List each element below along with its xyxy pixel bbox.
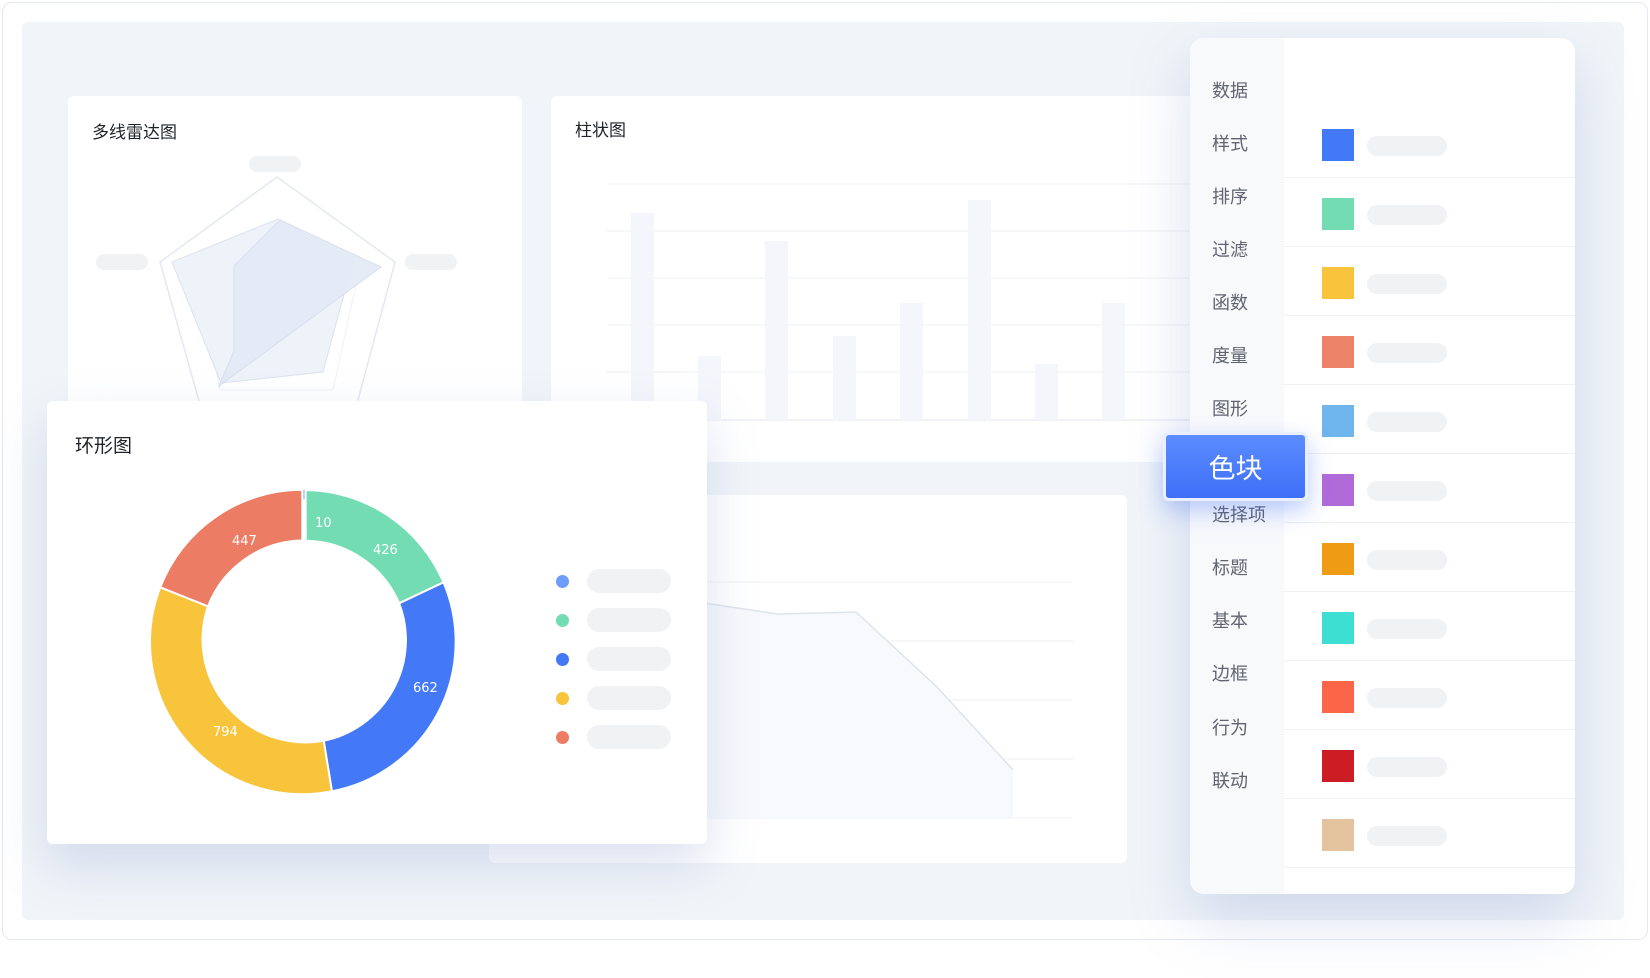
menu-item-border[interactable]: 边框 [1212,660,1248,686]
menu-item-shape[interactable]: 图形 [1212,395,1248,421]
swatch-row[interactable] [1284,521,1575,592]
legend-label-1 [587,569,671,593]
donut-label-3: 662 [413,681,438,696]
radar-card[interactable]: 多线雷达图 [68,96,522,426]
menu-item-color-block-active[interactable]: 色块 [1163,432,1308,501]
color-swatch[interactable] [1322,267,1354,299]
legend-label-5 [587,725,671,749]
swatch-row[interactable] [1284,245,1575,316]
menu-item-basic[interactable]: 基本 [1212,607,1248,633]
menu-item-filter[interactable]: 过滤 [1212,236,1248,262]
swatch-row[interactable] [1284,452,1575,523]
swatch-label [1367,343,1447,363]
color-swatch[interactable] [1322,750,1354,782]
color-swatch[interactable] [1322,336,1354,368]
swatch-label [1367,205,1447,225]
color-swatch[interactable] [1322,681,1354,713]
menu-item-data[interactable]: 数据 [1212,77,1248,103]
color-swatch[interactable] [1322,405,1354,437]
color-swatch[interactable] [1322,543,1354,575]
swatch-label [1367,481,1447,501]
donut-label-2: 426 [373,543,398,558]
swatch-row[interactable] [1284,590,1575,661]
legend-dot-1 [556,575,569,588]
radar-chart [159,176,396,426]
color-swatch[interactable] [1322,198,1354,230]
swatch-label [1367,826,1447,846]
swatch-row[interactable] [1284,797,1575,868]
legend-dot-5 [556,731,569,744]
menu-item-function[interactable]: 函数 [1212,289,1248,315]
swatch-row[interactable] [1284,314,1575,385]
legend-dot-3 [556,653,569,666]
donut-label-5: 447 [232,534,257,549]
color-swatch[interactable] [1322,612,1354,644]
legend-label-4 [587,686,671,710]
legend-dot-4 [556,692,569,705]
swatch-label [1367,412,1447,432]
swatch-label [1367,136,1447,156]
donut-card[interactable]: 环形图 10 426 662 794 447 [47,401,707,844]
donut-label-4: 794 [213,725,238,740]
swatch-label [1367,550,1447,570]
menu-item-linkage[interactable]: 联动 [1212,767,1248,793]
legend-label-3 [587,647,671,671]
swatch-label [1367,619,1447,639]
legend-dot-2 [556,614,569,627]
menu-item-behavior[interactable]: 行为 [1212,714,1248,740]
swatch-row[interactable] [1284,659,1575,730]
menu-item-measure[interactable]: 度量 [1212,342,1248,368]
color-swatch[interactable] [1322,474,1354,506]
donut-slice-4[interactable] [149,585,334,796]
swatch-row[interactable] [1284,176,1575,247]
menu-item-title[interactable]: 标题 [1212,554,1248,580]
swatch-row[interactable] [1284,728,1575,799]
color-swatch[interactable] [1322,129,1354,161]
swatch-label [1367,274,1447,294]
legend-label-2 [587,608,671,632]
swatch-row[interactable] [1284,383,1575,454]
swatch-row[interactable] [1284,107,1575,178]
color-swatch[interactable] [1322,819,1354,851]
menu-item-sort[interactable]: 排序 [1212,183,1248,209]
menu-item-style[interactable]: 样式 [1212,130,1248,156]
menu-item-options[interactable]: 选择项 [1212,501,1266,527]
swatch-label [1367,688,1447,708]
donut-label-1: 10 [315,516,332,531]
swatch-label [1367,757,1447,777]
